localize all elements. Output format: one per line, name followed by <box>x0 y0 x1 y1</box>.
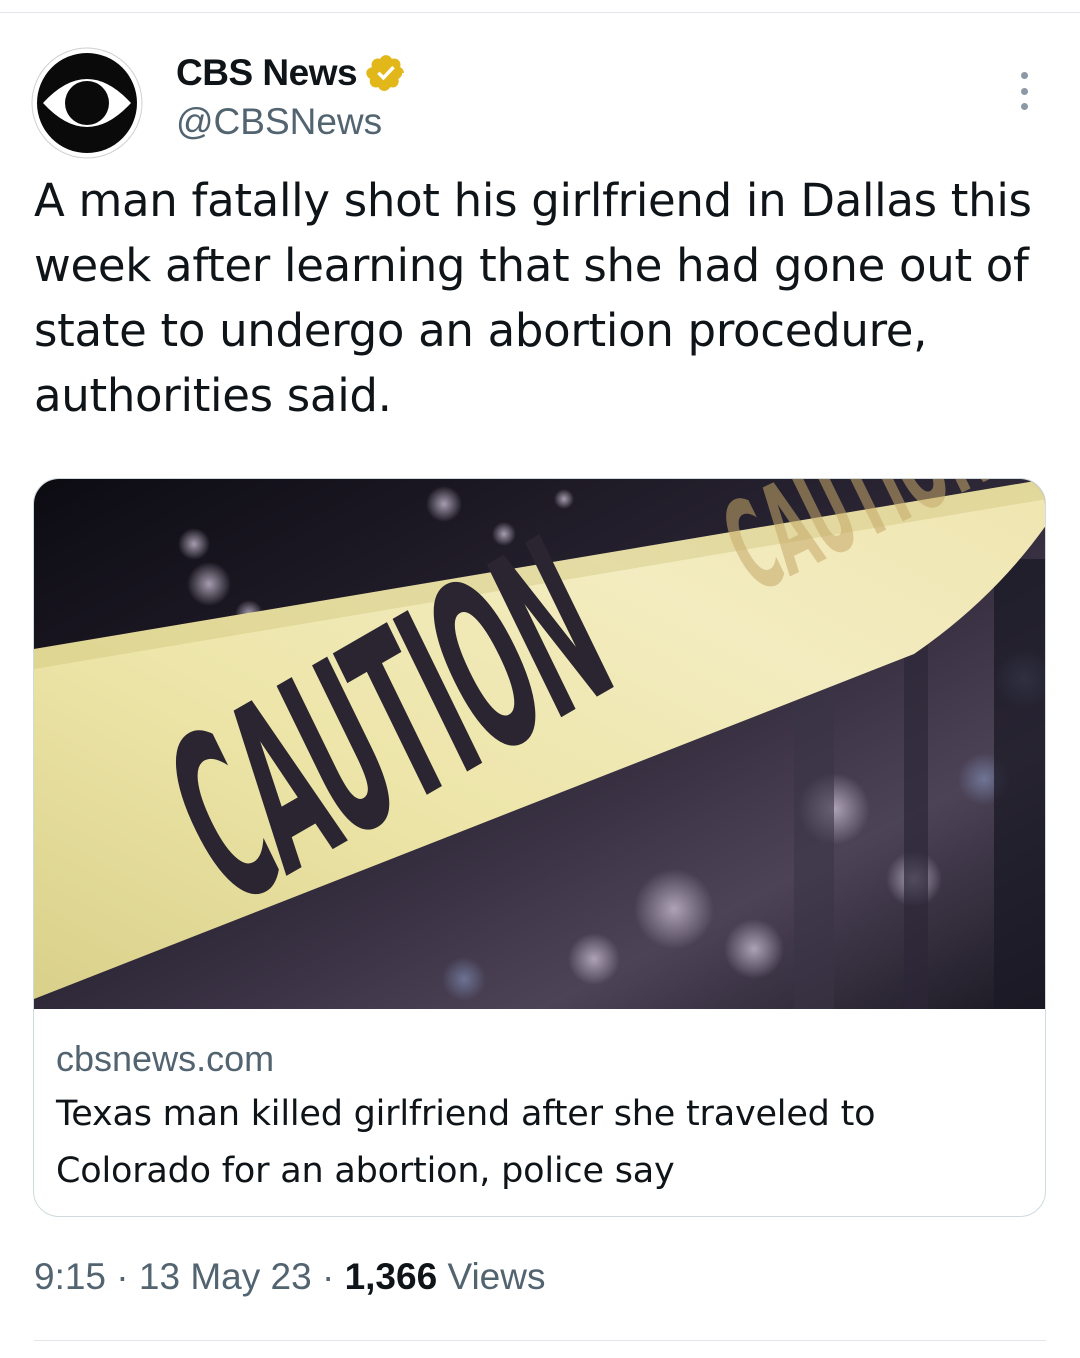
card-image[interactable]: CAUTION CAUTION <box>34 479 1045 1009</box>
author-handle[interactable]: @CBSNews <box>176 101 382 143</box>
caution-tape-photo-icon: CAUTION CAUTION <box>34 479 1045 1009</box>
more-dot-icon <box>1020 72 1028 79</box>
meta-separator: · <box>321 1256 335 1297</box>
more-dot-icon <box>1020 87 1028 95</box>
meta-separator: · <box>116 1256 129 1297</box>
card-domain: cbsnews.com <box>56 1038 275 1079</box>
link-preview-card[interactable]: CAUTION CAUTION cbsnews.com Texas man ki… <box>33 478 1046 1217</box>
author-name-row[interactable]: CBS News <box>176 50 407 96</box>
tweet-date[interactable]: 13 May 23 <box>139 1256 312 1297</box>
verified-badge-icon[interactable] <box>365 52 407 94</box>
card-title: Texas man killed girlfriend after she tr… <box>56 1094 876 1191</box>
author-avatar[interactable] <box>31 47 143 159</box>
tweet-text: A man fatally shot his girlfriend in Dal… <box>34 174 1032 422</box>
more-options-button[interactable] <box>1004 66 1044 116</box>
card-meta[interactable]: cbsnews.com Texas man killed girlfriend … <box>56 1019 1026 1200</box>
views-count[interactable]: 1,366 <box>345 1256 438 1297</box>
top-divider <box>0 12 1080 13</box>
tweet-meta: 9:15 · 13 May 23 · 1,366 Views <box>34 1256 545 1298</box>
bottom-divider <box>34 1340 1046 1341</box>
more-dot-icon <box>1020 103 1028 110</box>
author-display-name[interactable]: CBS News <box>176 52 358 94</box>
cbs-eye-logo-icon <box>31 47 143 159</box>
views-label[interactable]: Views <box>447 1256 545 1297</box>
tweet-time[interactable]: 9:15 <box>34 1256 106 1297</box>
